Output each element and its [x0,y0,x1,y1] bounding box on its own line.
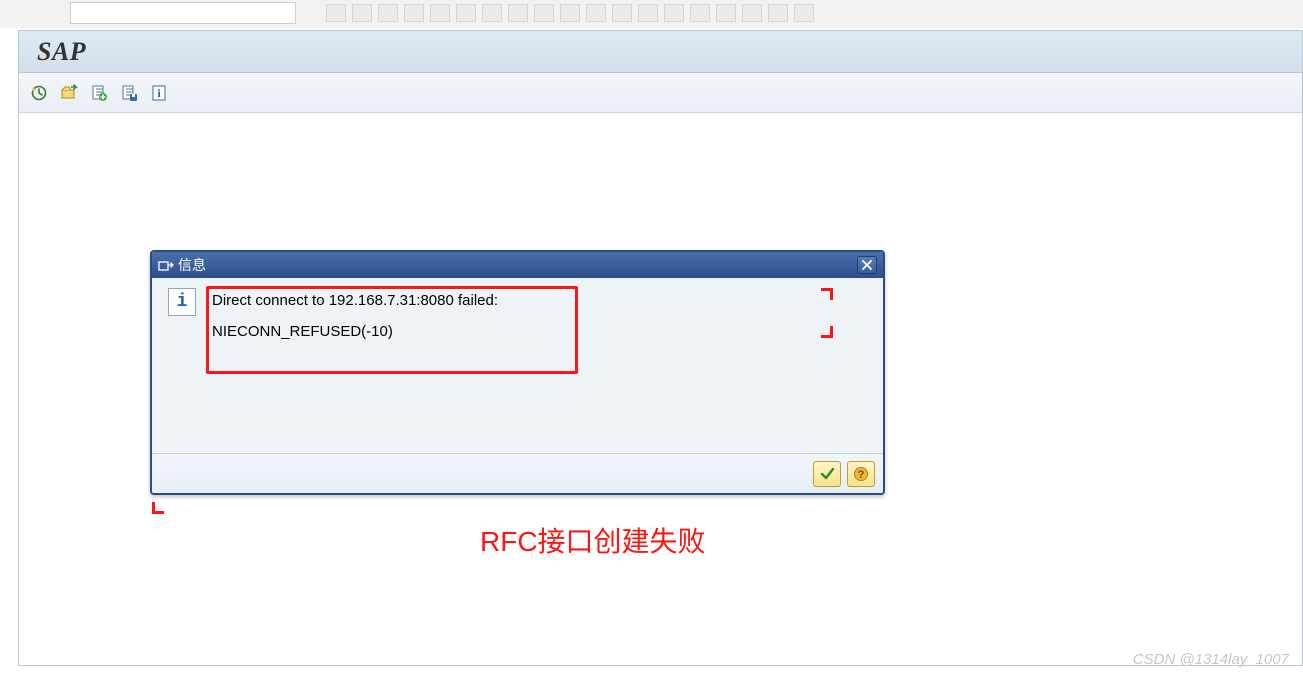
clock-refresh-icon [30,84,48,102]
toolbar-icon[interactable] [534,4,554,22]
save-icon [120,84,138,102]
dialog-footer: ? [152,453,883,493]
toolbar-icon[interactable] [456,4,476,22]
toolbar-icon[interactable] [768,4,788,22]
toolbar-icon[interactable] [560,4,580,22]
toolbar-icon[interactable] [690,4,710,22]
toolbar-icon[interactable] [612,4,632,22]
toolbar-icon[interactable] [638,4,658,22]
export-icon [158,258,174,272]
toolbar-icon[interactable] [794,4,814,22]
toolbar-icon[interactable] [716,4,736,22]
toolbar-icon[interactable] [352,4,372,22]
confirm-button[interactable] [813,461,841,487]
confirm-check-icon [819,466,835,482]
help-question-icon: ? [853,466,869,482]
toolbar-icon[interactable] [404,4,424,22]
close-x-icon [862,260,872,270]
toolbar-icon[interactable] [326,4,346,22]
add-page-button[interactable] [87,81,111,105]
message-line-1: Direct connect to 192.168.7.31:8080 fail… [212,292,498,309]
toolbar-icon[interactable] [508,4,528,22]
svg-text:?: ? [858,469,865,481]
info-icon: i [177,292,188,312]
watermark-text: CSDN @1314lay_1007 [1133,651,1289,668]
toolbar-icon[interactable] [586,4,606,22]
folder-arrow-button[interactable] [57,81,81,105]
sap-title-bar: SAP [19,31,1302,73]
dialog-body: i Direct connect to 192.168.7.31:8080 fa… [152,278,883,453]
toolbar-icon[interactable] [482,4,502,22]
info-dialog: 信息 i Direct connect to 192.168.7.31:8080… [150,250,885,495]
annotation-caption: RFC接口创建失败 [480,520,706,560]
toolbar-icon[interactable] [664,4,684,22]
dialog-title: 信息 [178,255,206,275]
dialog-message: Direct connect to 192.168.7.31:8080 fail… [210,288,498,354]
sap-app-toolbar: i [19,73,1302,113]
help-button[interactable]: ? [847,461,875,487]
info-icon: i [150,84,168,102]
command-input[interactable] [70,2,296,24]
info-icon-box: i [168,288,196,316]
close-button[interactable] [857,256,877,274]
toolbar-icon[interactable] [430,4,450,22]
system-toolbar-remnant [0,0,1303,28]
save-button[interactable] [117,81,141,105]
toolbar-icon[interactable] [378,4,398,22]
add-page-icon [90,84,108,102]
dialog-titlebar[interactable]: 信息 [152,252,883,278]
info-toolbar-button[interactable]: i [147,81,171,105]
app-title: SAP [37,37,86,67]
message-line-2: NIECONN_REFUSED(-10) [212,323,498,340]
system-toolbar-icons [326,4,814,22]
clock-refresh-button[interactable] [27,81,51,105]
toolbar-icon[interactable] [742,4,762,22]
folder-arrow-icon [60,84,78,102]
